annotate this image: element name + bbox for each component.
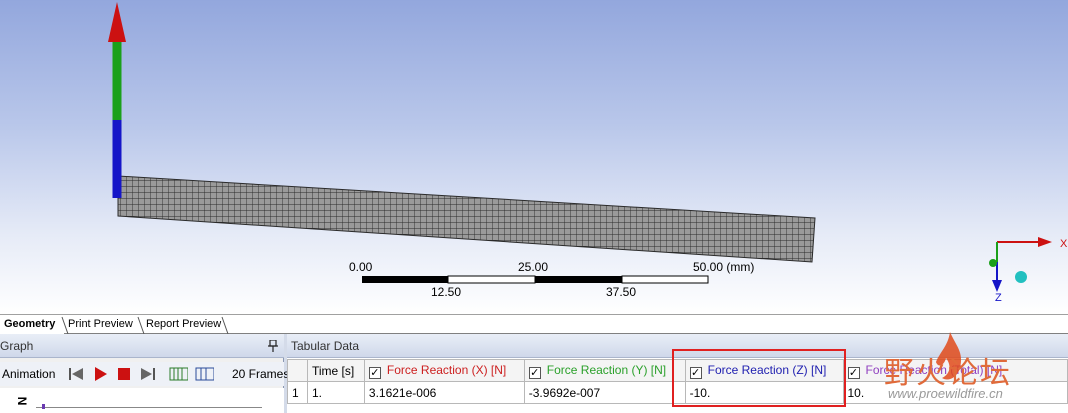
cell-force-z[interactable]: -10. <box>684 381 844 404</box>
triad-x-label: X <box>1060 238 1068 250</box>
triad-x-head <box>1038 237 1052 247</box>
table-row[interactable]: 1 1. 3.1621e-006 -3.9692e-007 -10. 10. <box>287 381 1068 404</box>
row-number: 1 <box>287 381 308 404</box>
col-header-force-z-label: Force Reaction (Z) [N] <box>707 362 827 377</box>
cell-force-y[interactable]: -3.9692e-007 <box>523 381 686 404</box>
stop-icon[interactable] <box>114 365 134 383</box>
triad-z-label: Z <box>995 292 1002 304</box>
graph-pane-title: Graph <box>0 339 34 353</box>
row-number-header <box>287 359 308 382</box>
graph-pane-header: Graph <box>0 334 284 358</box>
col-header-force-z[interactable]: ✓ Force Reaction (Z) [N] <box>684 359 844 382</box>
play-icon[interactable] <box>90 365 110 383</box>
scale-label-50: 50.00 (mm) <box>693 260 755 274</box>
scale-bar-seg-1 <box>362 276 448 283</box>
frames-select[interactable]: 20 Frames <box>232 367 289 381</box>
animation-toolbar: Animation 20 Frames <box>0 362 289 386</box>
graph-pane: Graph Animation 20 Frames N <box>0 334 289 413</box>
triad-iso-ball <box>1015 271 1027 283</box>
force-y-checkbox[interactable]: ✓ <box>528 366 541 379</box>
tabular-data-table: Time [s] ✓ Force Reaction (X) [N] ✓ Force … <box>287 359 1068 404</box>
distributed-frames-icon[interactable] <box>168 365 188 383</box>
graph-y-axis-label: N <box>15 396 30 406</box>
col-header-force-y-label: Force Reaction (Y) [N] <box>546 362 667 377</box>
scale-label-25: 25.00 <box>518 260 549 274</box>
cell-force-x[interactable]: 3.1621e-006 <box>363 381 525 404</box>
tabular-data-title: Tabular Data <box>291 339 360 353</box>
force-x-checkbox[interactable]: ✓ <box>368 366 381 379</box>
table-header-row: Time [s] ✓ Force Reaction (X) [N] ✓ Force … <box>287 359 1068 382</box>
pin-icon[interactable] <box>268 340 278 352</box>
scale-label-0: 0.00 <box>349 260 373 274</box>
col-header-time[interactable]: Time [s] <box>306 359 365 382</box>
scale-label-37-5: 37.50 <box>606 285 637 299</box>
col-header-force-x[interactable]: ✓ Force Reaction (X) [N] <box>363 359 525 382</box>
force-total-checkbox[interactable]: ✓ <box>847 366 860 379</box>
col-header-force-total[interactable]: ✓ Force Reaction (Total) [N] <box>842 359 1068 382</box>
scale-bar-seg-2 <box>447 275 536 284</box>
cell-time[interactable]: 1. <box>306 381 365 404</box>
graph-area: N <box>0 388 284 413</box>
graphics-viewport[interactable]: X Z 0.00 25.00 50.00 (mm) 12.50 37.50 <box>0 0 1068 314</box>
tabular-data-header: Tabular Data <box>287 334 1068 358</box>
graph-marker <box>42 404 45 409</box>
fast-forward-icon[interactable] <box>138 365 158 383</box>
y-arrow-head <box>108 2 126 42</box>
col-header-force-total-label: Force Reaction (Total) [N] <box>865 362 1003 377</box>
triad-origin <box>989 259 997 267</box>
scale-bar-seg-4 <box>621 275 709 284</box>
view-tab-strip: Geometry Print Preview Report Preview <box>0 314 1068 335</box>
scale-bar-seg-3 <box>535 276 622 283</box>
triad-z-head <box>992 280 1002 292</box>
rewind-icon[interactable] <box>66 365 86 383</box>
graph-axis-line <box>36 407 262 408</box>
tabular-data-pane: Tabular Data Time [s] ✓ Force Reaction (X… <box>287 334 1068 413</box>
col-header-time-label: Time [s] <box>311 363 355 378</box>
force-z-checkbox[interactable]: ✓ <box>689 366 702 379</box>
tab-dividers <box>61 316 229 335</box>
col-header-force-y[interactable]: ✓ Force Reaction (Y) [N] <box>523 359 686 382</box>
scale-label-12-5: 12.50 <box>431 285 462 299</box>
cell-force-total[interactable]: 10. <box>842 381 1068 404</box>
bottom-panels: Graph Animation 20 Frames N Tabular Data… <box>0 334 1068 413</box>
animation-label: Animation <box>2 367 56 381</box>
beam-mesh <box>117 175 816 263</box>
col-header-force-x-label: Force Reaction (X) [N] <box>386 362 507 377</box>
result-sets-icon[interactable] <box>194 365 214 383</box>
